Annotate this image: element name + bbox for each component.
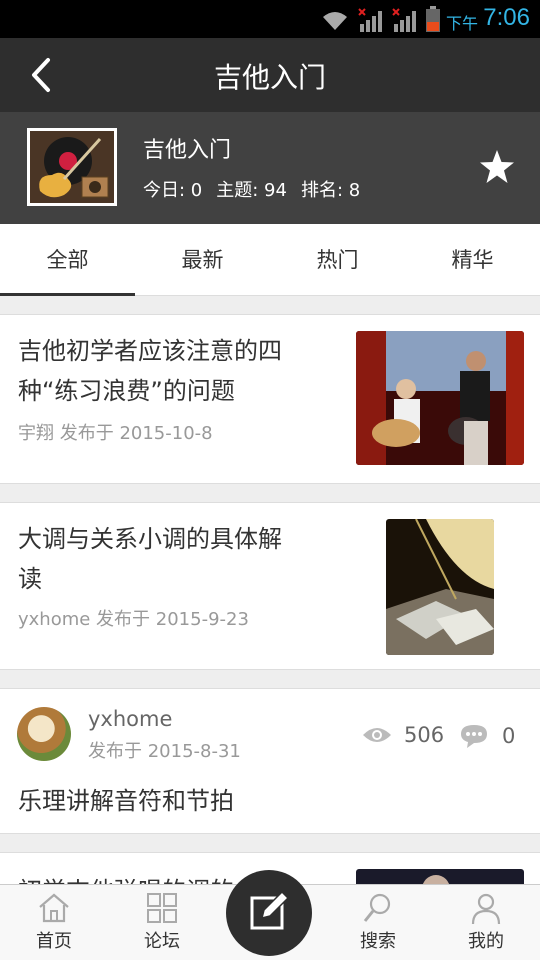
nav-profile[interactable]: 我的 bbox=[432, 885, 540, 960]
title-bar: 吉他入门 bbox=[0, 38, 540, 112]
signal-icon-2 bbox=[392, 8, 416, 32]
nav-label: 首页 bbox=[36, 931, 72, 952]
nav-label: 我的 bbox=[468, 931, 504, 952]
tab-featured[interactable]: 精华 bbox=[405, 224, 540, 295]
stat-rank: 排名: 8 bbox=[300, 180, 361, 201]
forum-name: 吉他入门 bbox=[143, 138, 232, 163]
tab-bar: 全部 最新 热门 精华 bbox=[0, 224, 540, 296]
tab-hot[interactable]: 热门 bbox=[270, 224, 405, 295]
post-meta: yxhome 发布于 2015-9-23 bbox=[18, 609, 249, 630]
post-thumbnail bbox=[386, 519, 494, 655]
nav-label: 搜索 bbox=[360, 931, 396, 952]
stat-topics: 主题: 94 bbox=[216, 180, 287, 201]
battery-icon bbox=[426, 6, 440, 32]
favorite-star-icon[interactable] bbox=[478, 148, 516, 186]
tab-all[interactable]: 全部 bbox=[0, 224, 135, 296]
nav-label: 论坛 bbox=[144, 931, 180, 952]
status-bar: 下午 7:06 bbox=[0, 0, 540, 38]
home-icon bbox=[39, 893, 69, 923]
post-card[interactable]: yxhome 发布于 2015-8-31 506 0 乐理讲解音符和节拍 bbox=[0, 688, 540, 834]
status-icons bbox=[320, 6, 440, 32]
signal-icon bbox=[358, 8, 382, 32]
forum-header: 吉他入门 今日: 0 主题: 94 排名: 8 bbox=[0, 112, 540, 224]
grid-icon bbox=[147, 893, 177, 923]
page-title: 吉他入门 bbox=[213, 61, 326, 94]
user-icon bbox=[471, 893, 501, 925]
status-time: 7:06 bbox=[483, 4, 530, 31]
forum-logo bbox=[27, 128, 117, 206]
comments-value: 0 bbox=[502, 724, 516, 748]
wifi-icon bbox=[323, 12, 347, 30]
post-title-line: 大调与关系小调的具体解 bbox=[18, 525, 282, 553]
nav-home[interactable]: 首页 bbox=[0, 885, 108, 960]
compose-button[interactable] bbox=[226, 870, 312, 956]
comment-icon bbox=[461, 725, 487, 748]
status-ampm: 下午 bbox=[445, 14, 478, 33]
eye-icon bbox=[363, 728, 391, 742]
forum-stats: 今日: 0 主题: 94 排名: 8 bbox=[143, 176, 360, 202]
avatar bbox=[17, 707, 71, 761]
post-title-line: 吉他初学者应该注意的四 bbox=[18, 337, 282, 365]
guitar-logo-icon bbox=[30, 131, 114, 203]
post-title-line: 种“练习浪费”的问题 bbox=[18, 377, 235, 405]
tab-latest[interactable]: 最新 bbox=[135, 224, 270, 295]
nav-search[interactable]: 搜索 bbox=[324, 885, 432, 960]
nav-forum[interactable]: 论坛 bbox=[108, 885, 216, 960]
post-title-line: 读 bbox=[18, 565, 42, 593]
edit-icon bbox=[250, 890, 290, 930]
post-title: 乐理讲解音符和节拍 bbox=[18, 787, 234, 815]
post-card[interactable]: 吉他初学者应该注意的四 种“练习浪费”的问题 宇翔 发布于 2015-10-8 bbox=[0, 314, 540, 484]
stat-today: 今日: 0 bbox=[143, 180, 203, 201]
post-date: 发布于 2015-8-31 bbox=[88, 741, 241, 762]
views-value: 506 bbox=[404, 723, 445, 747]
post-author: yxhome bbox=[88, 707, 173, 731]
comments-count: 0 bbox=[460, 723, 515, 749]
search-icon bbox=[363, 893, 391, 922]
post-meta: 宇翔 发布于 2015-10-8 bbox=[18, 423, 213, 444]
views-count: 506 bbox=[362, 723, 444, 747]
post-card[interactable]: 大调与关系小调的具体解 读 yxhome 发布于 2015-9-23 bbox=[0, 502, 540, 670]
post-thumbnail bbox=[356, 331, 524, 465]
